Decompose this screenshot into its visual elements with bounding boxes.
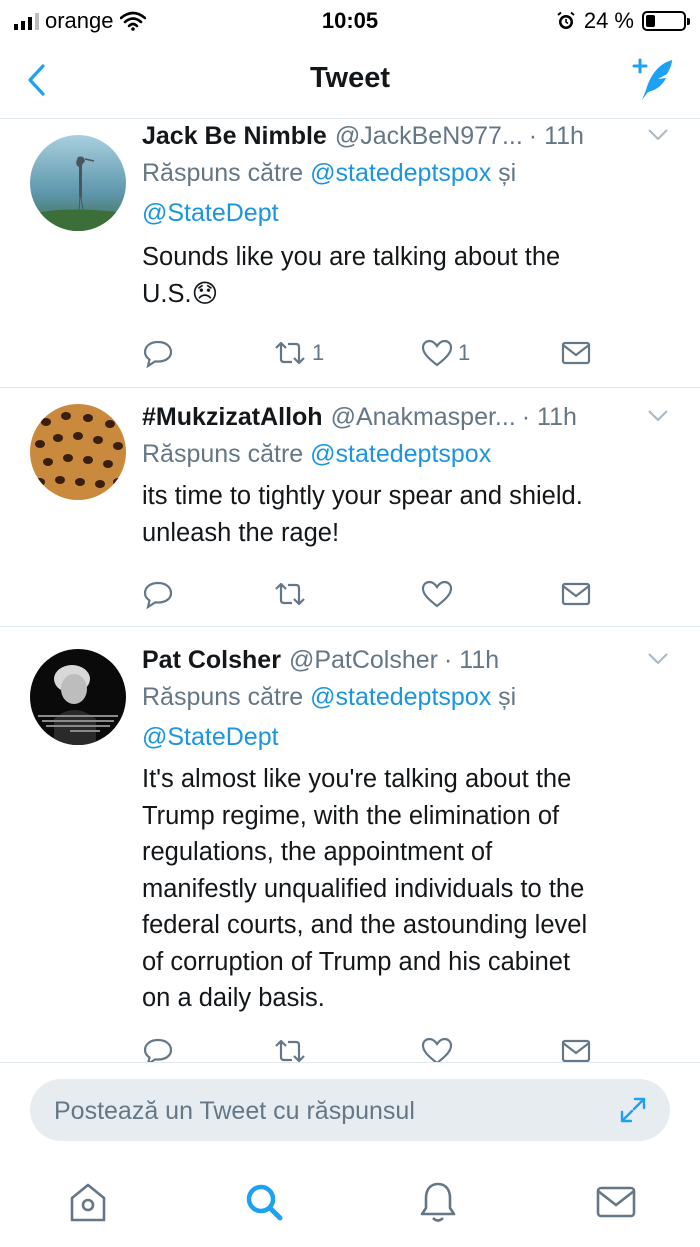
user-handle[interactable]: @Anakmasper... (331, 403, 516, 432)
retweet-icon (275, 341, 305, 365)
alarm-icon (557, 11, 575, 29)
battery-icon (642, 11, 690, 31)
like-button[interactable] (420, 574, 454, 614)
tweet-text: It's almost like you're talking about th… (142, 765, 588, 1012)
heart-icon (421, 580, 453, 608)
tweet-actions (142, 574, 602, 614)
home-icon[interactable] (64, 1178, 112, 1226)
disappointed-face-emoji: 😞 (191, 279, 219, 308)
reply-button[interactable] (142, 333, 174, 373)
battery-level (646, 15, 655, 27)
reply-icon (143, 581, 173, 610)
reply-context: Răspuns către @statedeptspox (142, 440, 492, 468)
envelope-icon (561, 582, 591, 606)
avatar[interactable] (30, 649, 126, 745)
display-name[interactable]: Jack Be Nimble (142, 122, 327, 151)
mention-link[interactable]: @statedeptspox (310, 683, 491, 711)
status-right: 24 % (556, 8, 690, 34)
user-handle[interactable]: @JackBeN977... (335, 122, 523, 151)
display-name[interactable]: #MukzizatAlloh (142, 403, 323, 432)
tweet-reply[interactable]: Pat Colsher @PatColsher · 11h Răspuns că… (0, 627, 700, 1097)
messages-icon[interactable] (592, 1178, 640, 1226)
reply-input[interactable]: Postează un Tweet cu răspunsul (30, 1079, 670, 1141)
tweet-header: #MukzizatAlloh @Anakmasper... · 11h (142, 400, 680, 434)
reply-placeholder: Postează un Tweet cu răspunsul (54, 1097, 415, 1125)
reply-icon (143, 340, 173, 369)
tweet-header: Pat Colsher @PatColsher · 11h (142, 643, 680, 677)
retweet-icon (275, 582, 305, 606)
tweet-header: Jack Be Nimble @JackBeN977... · 11h (142, 119, 680, 153)
search-icon[interactable] (240, 1178, 288, 1226)
reply-context: Răspuns către @statedeptspox și @StateDe… (142, 683, 517, 751)
page-title: Tweet (309, 62, 391, 94)
mention-link[interactable]: @StateDept (142, 199, 279, 227)
tweet-actions: 1 1 (142, 333, 602, 373)
mention-link[interactable]: @StateDept (142, 723, 279, 751)
avatar[interactable] (30, 135, 126, 231)
chevron-down-icon[interactable] (646, 408, 670, 424)
retweet-button[interactable]: 1 (272, 333, 324, 373)
timestamp: · 11h (444, 645, 500, 674)
reply-button[interactable] (142, 574, 174, 614)
like-button[interactable]: 1 (420, 333, 470, 373)
envelope-icon (561, 1039, 591, 1063)
tweet-reply[interactable]: #MukzizatAlloh @Anakmasper... · 11h Răsp… (0, 388, 700, 627)
compose-tweet-icon[interactable] (628, 56, 678, 104)
timestamp: · 11h (528, 121, 584, 150)
mention-link[interactable]: @statedeptspox (310, 440, 491, 468)
tweet-text: Sounds like you are talking about the U.… (142, 243, 561, 308)
direct-message-button[interactable] (560, 333, 592, 373)
bottom-tab-bar (0, 1158, 700, 1247)
chevron-down-icon[interactable] (646, 127, 670, 143)
reply-composer-bar: Postează un Tweet cu răspunsul (0, 1062, 700, 1159)
navigation-bar: Tweet (0, 44, 700, 119)
direct-message-button[interactable] (560, 574, 592, 614)
avatar[interactable] (30, 404, 126, 500)
tweet-text: its time to tightly your spear and shiel… (142, 482, 583, 547)
battery-percent: 24 % (583, 8, 634, 33)
status-bar: orange 10:05 24 % (0, 0, 700, 44)
timestamp: · 11h (521, 402, 577, 431)
envelope-icon (561, 341, 591, 365)
tweet-reply[interactable]: Jack Be Nimble @JackBeN977... · 11h Răsp… (0, 119, 700, 388)
retweet-button[interactable] (272, 574, 308, 614)
retweet-count: 1 (312, 340, 325, 365)
chevron-down-icon[interactable] (646, 651, 670, 667)
heart-icon (421, 339, 453, 367)
user-handle[interactable]: @PatColsher (289, 646, 438, 675)
like-count: 1 (458, 340, 471, 365)
notifications-icon[interactable] (414, 1178, 462, 1226)
expand-icon[interactable] (618, 1095, 648, 1125)
display-name[interactable]: Pat Colsher (142, 646, 281, 675)
mention-link[interactable]: @statedeptspox (310, 159, 491, 187)
reply-context: Răspuns către @statedeptspox și @StateDe… (142, 159, 517, 227)
